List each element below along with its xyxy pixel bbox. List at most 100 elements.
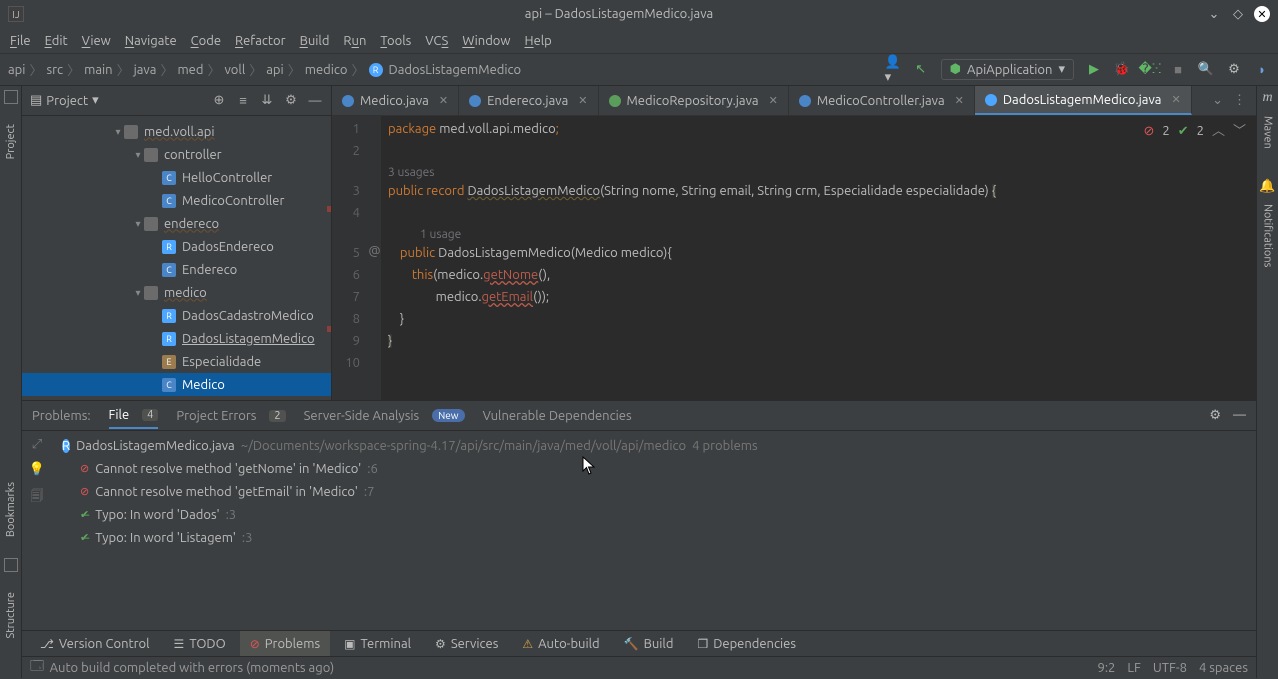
tree-item[interactable]: Endereco xyxy=(182,263,237,277)
project-tree[interactable]: ▾med.voll.api ▾controller CHelloControll… xyxy=(22,116,331,400)
locate-icon[interactable]: ⊕ xyxy=(211,93,227,109)
menu-refactor[interactable]: Refactor xyxy=(235,34,286,48)
menu-view[interactable]: View xyxy=(82,34,111,48)
project-view-selector[interactable]: ▤ Project ▾ xyxy=(30,93,99,108)
project-tool-icon[interactable] xyxy=(4,90,18,104)
editor-tab-active[interactable]: DadosListagemMedico.java✕ xyxy=(975,86,1192,115)
menu-file[interactable]: File xyxy=(10,34,31,48)
copy-icon[interactable]: 🗐 xyxy=(31,487,44,509)
tree-item[interactable]: medico xyxy=(164,286,207,300)
gear-icon[interactable]: ⚙ xyxy=(283,93,299,109)
menu-vcs[interactable]: VCS xyxy=(425,34,448,48)
status-indent[interactable]: 4 spaces xyxy=(1199,661,1248,675)
tree-item[interactable]: Medico xyxy=(182,378,225,392)
tree-item[interactable]: MedicoController xyxy=(182,194,284,208)
stop-icon[interactable]: ■ xyxy=(1170,62,1186,78)
tab-list-icon[interactable]: ⌄ xyxy=(1212,93,1223,108)
problems-file-header[interactable]: R DadosListagemMedico.java ~/Documents/w… xyxy=(62,435,1246,457)
structure-tool-label[interactable]: Structure xyxy=(5,592,17,639)
close-icon[interactable]: ✕ xyxy=(1254,6,1270,22)
editor-tab[interactable]: Endereco.java✕ xyxy=(459,86,598,115)
tree-item[interactable]: DadosListagemMedico xyxy=(182,332,315,346)
tool-dependencies[interactable]: ❒Dependencies xyxy=(687,631,806,656)
crumb[interactable]: medico xyxy=(305,63,348,77)
crumb[interactable]: voll xyxy=(224,63,245,77)
problems-tab-file[interactable]: File 4 xyxy=(109,408,159,429)
editor-tab[interactable]: MedicoRepository.java✕ xyxy=(599,86,789,115)
menu-run[interactable]: Run xyxy=(343,34,366,48)
status-events-icon[interactable]: 🗔 xyxy=(30,657,44,679)
menu-navigate[interactable]: Navigate xyxy=(125,34,177,48)
notifications-icon[interactable]: 🔔 xyxy=(1259,179,1275,194)
hide-icon[interactable]: — xyxy=(307,93,323,109)
problems-tab-project[interactable]: Project Errors 2 xyxy=(176,409,285,423)
tree-item[interactable]: HelloController xyxy=(182,171,272,185)
notifications-tool-label[interactable]: Notifications xyxy=(1262,204,1274,267)
breadcrumb[interactable]: api〉 src〉 main〉 java〉 med〉 voll〉 api〉 me… xyxy=(8,60,521,79)
menu-build[interactable]: Build xyxy=(300,34,330,48)
problems-tab-server[interactable]: Server-Side Analysis New xyxy=(304,409,465,423)
expand-icon[interactable]: ≡ xyxy=(235,93,251,109)
expand-all-icon[interactable]: ⤢ xyxy=(32,437,42,452)
status-encoding[interactable]: UTF-8 xyxy=(1153,661,1187,675)
maximize-icon[interactable]: ◇ xyxy=(1230,6,1246,22)
editor-tab[interactable]: Medico.java✕ xyxy=(332,86,459,115)
problem-item[interactable]: ✔̶Typo: In word 'Listagem' :3 xyxy=(62,526,1246,549)
status-line-sep[interactable]: LF xyxy=(1127,661,1140,675)
maven-tool-icon[interactable]: m xyxy=(1262,90,1272,106)
prev-icon[interactable]: ︿ xyxy=(1212,120,1225,142)
collapse-icon[interactable]: ⇊ xyxy=(259,93,275,109)
tab-more-icon[interactable]: ⋮ xyxy=(1233,93,1246,108)
close-tab-icon[interactable]: ✕ xyxy=(769,94,778,107)
code-area[interactable]: 12 34 5678910 @ package med.voll.api.med… xyxy=(332,116,1256,400)
tree-item[interactable]: endereco xyxy=(164,217,219,231)
problem-item[interactable]: ⊘Cannot resolve method 'getEmail' in 'Me… xyxy=(62,480,1246,503)
tool-auto-build[interactable]: ⚠Auto-build xyxy=(512,631,609,656)
close-tab-icon[interactable]: ✕ xyxy=(578,94,587,107)
gear-icon[interactable]: ⚙ xyxy=(1209,408,1221,423)
search-icon[interactable]: 🔍 xyxy=(1198,62,1214,78)
tool-build[interactable]: 🔨Build xyxy=(614,631,684,656)
user-icon[interactable]: 👤▾ xyxy=(885,62,901,78)
tool-terminal[interactable]: ▣Terminal xyxy=(334,631,421,656)
settings-icon[interactable]: ⚙ xyxy=(1226,62,1242,78)
problems-tab-vuln[interactable]: Vulnerable Dependencies xyxy=(483,409,632,423)
editor-tab[interactable]: MedicoController.java✕ xyxy=(789,86,975,115)
tool-problems[interactable]: ⊘Problems xyxy=(240,631,330,656)
run-config-selector[interactable]: ⬢ ApiApplication ▾ xyxy=(941,59,1074,80)
menu-window[interactable]: Window xyxy=(462,34,510,48)
tree-item[interactable]: DadosEndereco xyxy=(182,240,274,254)
bookmarks-tool-icon[interactable] xyxy=(4,558,18,572)
tool-version-control[interactable]: ⎇Version Control xyxy=(30,631,160,656)
crumb[interactable]: main xyxy=(84,63,112,77)
project-tool-label[interactable]: Project xyxy=(5,124,17,159)
back-build-icon[interactable]: ↖ xyxy=(913,62,929,78)
maven-tool-label[interactable]: Maven xyxy=(1262,116,1274,149)
status-caret-pos[interactable]: 9:2 xyxy=(1098,661,1116,675)
tree-item[interactable]: controller xyxy=(164,148,222,162)
close-tab-icon[interactable]: ✕ xyxy=(1172,93,1181,106)
menu-edit[interactable]: Edit xyxy=(45,34,68,48)
tool-todo[interactable]: ☰TODO xyxy=(164,631,236,656)
minimize-icon[interactable]: ⌄ xyxy=(1206,6,1222,22)
menu-code[interactable]: Code xyxy=(191,34,221,48)
crumb[interactable]: java xyxy=(134,63,157,77)
next-icon[interactable]: ﹀ xyxy=(1233,120,1246,142)
problems-list[interactable]: R DadosListagemMedico.java ~/Documents/w… xyxy=(52,431,1256,630)
bookmarks-tool-label[interactable]: Bookmarks xyxy=(5,482,17,537)
menu-help[interactable]: Help xyxy=(525,34,552,48)
tree-item[interactable]: DadosCadastroMedico xyxy=(182,309,314,323)
crumb[interactable]: api xyxy=(266,63,283,77)
close-tab-icon[interactable]: ✕ xyxy=(955,94,964,107)
run-icon[interactable]: ▶ xyxy=(1086,62,1102,78)
inspection-widget[interactable]: ⊘2 ✔2 ︿ ﹀ xyxy=(1143,120,1246,142)
problem-item[interactable]: ⊘Cannot resolve method 'getNome' in 'Med… xyxy=(62,457,1246,480)
tree-item[interactable]: Especialidade xyxy=(182,355,261,369)
debug-icon[interactable]: 🐞 xyxy=(1114,62,1130,78)
tool-services[interactable]: ⚙Services xyxy=(425,631,508,656)
problem-item[interactable]: ✔̶Typo: In word 'Dados' :3 xyxy=(62,503,1246,526)
close-tab-icon[interactable]: ✕ xyxy=(439,94,448,107)
crumb-file[interactable]: DadosListagemMedico xyxy=(389,63,522,77)
crumb[interactable]: src xyxy=(46,63,63,77)
code-text[interactable]: package med.voll.api.medico; 3 usages pu… xyxy=(382,116,1256,400)
